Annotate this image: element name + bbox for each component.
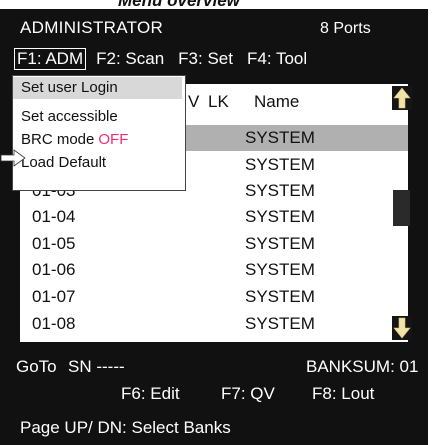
port-row[interactable]: 01-07 SYSTEM xyxy=(20,284,408,310)
page-nav-hint: Page UP/ DN: Select Banks xyxy=(20,418,231,437)
goto-label[interactable]: GoTo xyxy=(16,357,57,377)
menu-f4-tool[interactable]: F4: Tool xyxy=(247,49,307,69)
menu-f7-qv[interactable]: F7: QV xyxy=(221,384,275,404)
menu-item-set-user-login[interactable]: Set user Login xyxy=(13,77,182,99)
banksum-value: BANKSUM: 01 xyxy=(306,357,419,376)
port-row[interactable]: 01-04 SYSTEM xyxy=(20,204,408,230)
port-id: 01-06 xyxy=(32,260,76,279)
port-name: SYSTEM xyxy=(245,314,315,333)
menu-item-brc-mode[interactable]: BRC mode OFF xyxy=(21,129,128,151)
port-id: 01-08 xyxy=(32,314,76,333)
port-name: SYSTEM xyxy=(245,181,315,200)
column-header-name: Name xyxy=(254,92,300,111)
port-row[interactable]: 01-06 SYSTEM xyxy=(20,257,408,283)
scroll-down-arrow-icon[interactable] xyxy=(392,316,412,340)
port-id: 01-04 xyxy=(32,207,76,226)
port-id: 01-05 xyxy=(32,234,76,253)
port-id: 01-07 xyxy=(32,287,76,306)
osd-screen: ADMINISTRATOR 8 Ports F1: ADM F2: Scan F3:… xyxy=(0,9,428,445)
adm-dropdown-menu: Set user Login Set accessible BRC mode OF… xyxy=(12,75,186,191)
brc-mode-value: OFF xyxy=(98,131,129,148)
port-name: SYSTEM xyxy=(245,234,315,253)
menu-f6-edit[interactable]: F6: Edit xyxy=(121,384,180,404)
menu-f1-adm[interactable]: F1: ADM xyxy=(14,48,87,70)
pointer-arrow-icon xyxy=(0,149,26,172)
menu-f8-lout[interactable]: F8: Lout xyxy=(312,384,374,404)
column-header-lk: LK xyxy=(208,92,229,111)
menu-item-set-accessible[interactable]: Set accessible xyxy=(21,106,118,128)
scroll-up-arrow-icon[interactable] xyxy=(392,86,412,110)
header-ports: 8 Ports xyxy=(320,20,371,37)
menu-f2-scan[interactable]: F2: Scan xyxy=(96,49,164,69)
port-row[interactable]: 01-08 SYSTEM xyxy=(20,311,408,337)
port-name: SYSTEM xyxy=(245,260,315,279)
scrollbar-thumb[interactable] xyxy=(393,190,410,226)
column-header-v: V xyxy=(188,92,200,111)
header-title: ADMINISTRATOR xyxy=(20,18,164,37)
port-name: SYSTEM xyxy=(245,287,315,306)
brc-mode-label: BRC mode xyxy=(21,131,95,148)
sn-field: SN ----- xyxy=(68,357,125,376)
port-name: SYSTEM xyxy=(245,207,315,226)
port-name: SYSTEM xyxy=(245,128,315,147)
function-menu-bar: F1: ADM F2: Scan F3: Set F4: Tool xyxy=(14,48,321,70)
menu-item-load-default[interactable]: Load Default xyxy=(21,152,106,174)
port-row[interactable]: 01-05 SYSTEM xyxy=(20,231,408,257)
menu-f3-set[interactable]: F3: Set xyxy=(178,49,233,69)
port-name: SYSTEM xyxy=(245,155,315,174)
